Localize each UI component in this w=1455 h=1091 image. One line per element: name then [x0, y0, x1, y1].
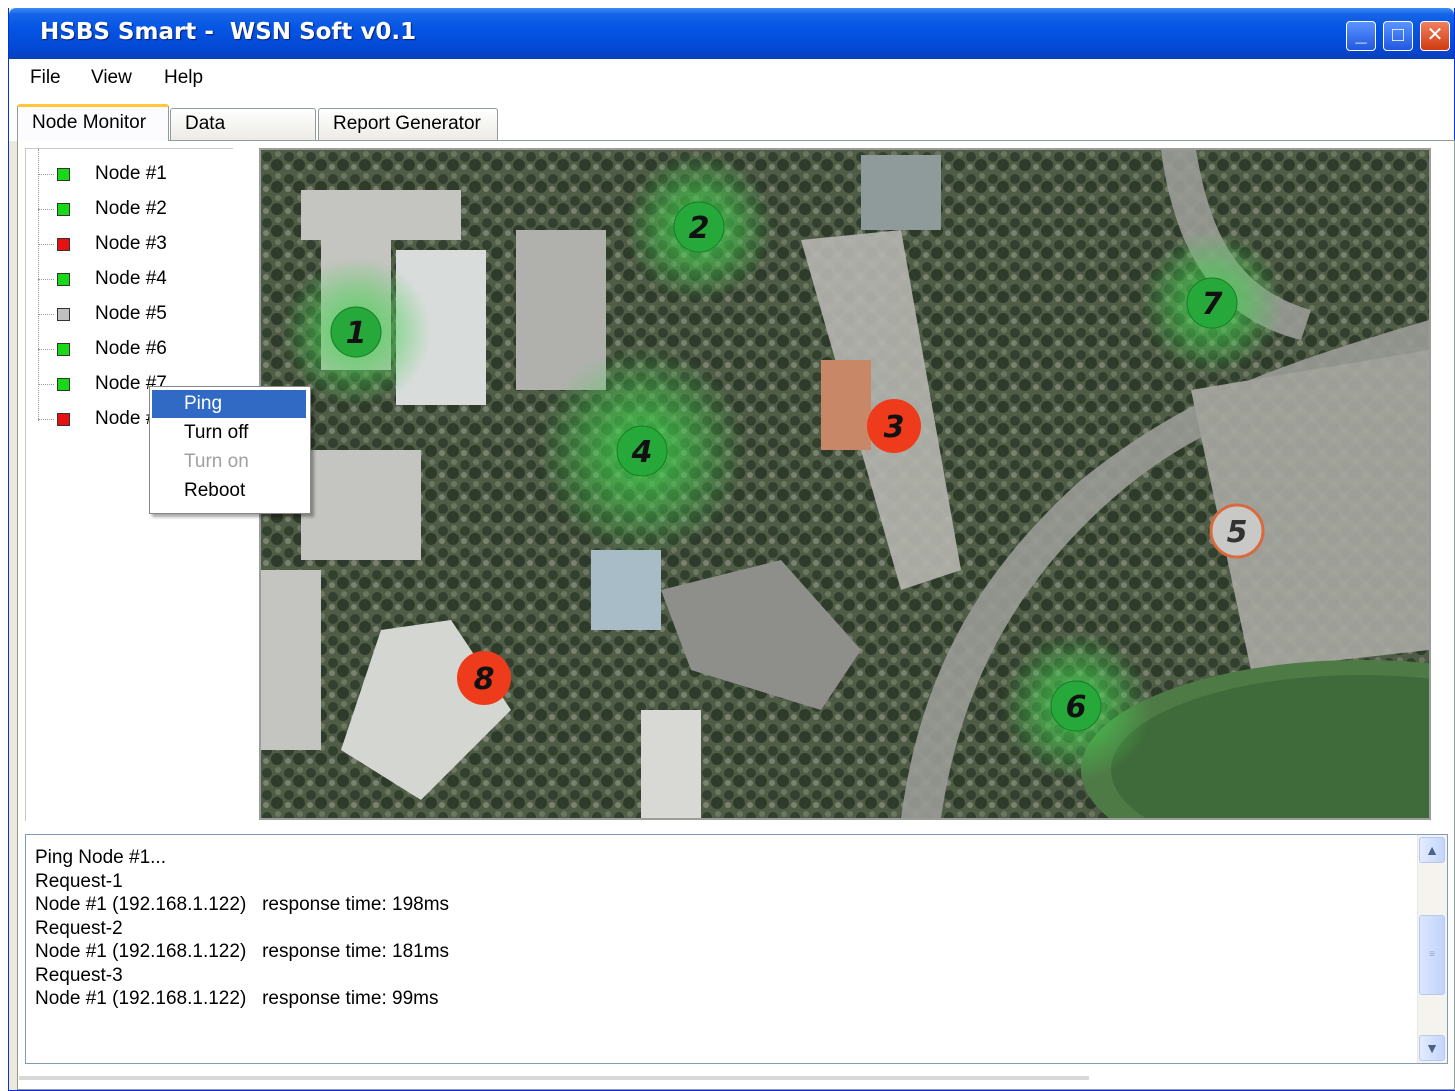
log-line: Request-2: [35, 917, 123, 939]
satellite-map: 1 2 3 4 5 6 7 8: [261, 150, 1429, 818]
tab-report-generator[interactable]: Report Generator: [318, 108, 498, 140]
node-map[interactable]: 1 2 3 4 5 6 7 8: [259, 148, 1431, 820]
node-label: Node #6: [95, 338, 167, 359]
ctx-reboot[interactable]: Reboot: [152, 477, 306, 505]
scroll-down-icon[interactable]: ▼: [1419, 1035, 1445, 1061]
tree-connector: [38, 174, 54, 175]
map-node-4[interactable]: 4: [616, 425, 668, 477]
map-node-5[interactable]: 5: [1209, 503, 1265, 559]
status-indicator-icon: [57, 378, 70, 391]
tree-connector: [38, 314, 54, 315]
status-indicator-icon: [57, 203, 70, 216]
tab-node-monitor[interactable]: Node Monitor: [17, 104, 169, 141]
svg-text:1: 1: [346, 316, 367, 351]
status-indicator-icon: [57, 308, 70, 321]
menu-view[interactable]: View: [87, 65, 136, 91]
node-label: Node #1: [95, 163, 167, 184]
status-indicator-icon: [57, 238, 70, 251]
log-line: Node #1 (192.168.1.122) response time: 1…: [35, 941, 450, 962]
node-label: Node #3: [95, 233, 167, 254]
status-indicator-icon: [57, 413, 70, 426]
menu-help[interactable]: Help: [160, 65, 207, 91]
scroll-thumb[interactable]: ≡: [1419, 915, 1445, 995]
tree-connector: [38, 244, 54, 245]
ctx-ping[interactable]: Ping: [152, 390, 306, 418]
svg-text:5: 5: [1227, 515, 1248, 550]
app-window: HSBS Smart - WSN Soft v0.1 _ □ ✕ File Vi…: [8, 8, 1455, 1091]
status-strip: [19, 1076, 1089, 1080]
svg-text:3: 3: [884, 410, 905, 445]
minimize-button[interactable]: _: [1346, 21, 1376, 51]
log-line: Node #1 (192.168.1.122) response time: 9…: [35, 988, 439, 1009]
menu-bar: File View Help: [9, 59, 1454, 100]
menu-file[interactable]: File: [26, 65, 65, 91]
tree-connector: [38, 349, 54, 350]
tree-connector: [38, 384, 54, 385]
map-node-7[interactable]: 7: [1186, 277, 1238, 329]
node-context-menu: Ping Turn off Turn on Reboot: [149, 386, 311, 514]
log-output[interactable]: Ping Node #1... Request-1 Node #1 (192.1…: [25, 834, 1448, 1064]
window-title: HSBS Smart - WSN Soft v0.1: [40, 19, 417, 45]
tree-connector: [38, 419, 54, 420]
ctx-turn-off[interactable]: Turn off: [152, 419, 306, 447]
map-node-2[interactable]: 2: [673, 201, 725, 253]
close-button[interactable]: ✕: [1420, 21, 1450, 51]
tree-connector: [38, 149, 39, 421]
log-line: Request-3: [35, 964, 123, 986]
node-label: Node #5: [95, 303, 167, 324]
tree-connector: [38, 279, 54, 280]
tab-strip: Node Monitor Data Analyzer Report Genera…: [9, 99, 1454, 164]
status-indicator-icon: [57, 273, 70, 286]
status-indicator-icon: [57, 343, 70, 356]
log-line: Node #1 (192.168.1.122) response time: 1…: [35, 894, 450, 915]
log-scrollbar[interactable]: ▲ ≡ ▼: [1417, 835, 1447, 1063]
log-lines: Ping Node #1... Request-1 Node #1 (192.1…: [35, 846, 449, 1011]
map-node-1[interactable]: 1: [330, 306, 382, 358]
svg-text:7: 7: [1202, 287, 1223, 322]
ctx-turn-on: Turn on: [184, 451, 249, 472]
scroll-up-icon[interactable]: ▲: [1419, 837, 1445, 863]
map-node-6[interactable]: 6: [1050, 680, 1102, 732]
log-line: Ping Node #1...: [35, 847, 166, 868]
node-label: Node #2: [95, 198, 167, 219]
svg-text:8: 8: [474, 662, 495, 697]
title-bar[interactable]: HSBS Smart - WSN Soft v0.1 _ □ ✕: [9, 8, 1454, 59]
maximize-button[interactable]: □: [1383, 21, 1413, 51]
log-line: Request-1: [35, 870, 123, 892]
map-node-8[interactable]: 8: [457, 651, 511, 705]
svg-text:2: 2: [689, 211, 710, 246]
svg-text:6: 6: [1066, 690, 1087, 725]
tree-connector: [38, 209, 54, 210]
map-node-3[interactable]: 3: [867, 399, 921, 453]
status-indicator-icon: [57, 168, 70, 181]
node-label: Node #4: [95, 268, 167, 289]
tab-data-analyzer[interactable]: Data Analyzer: [170, 108, 316, 164]
svg-text:4: 4: [631, 435, 653, 470]
